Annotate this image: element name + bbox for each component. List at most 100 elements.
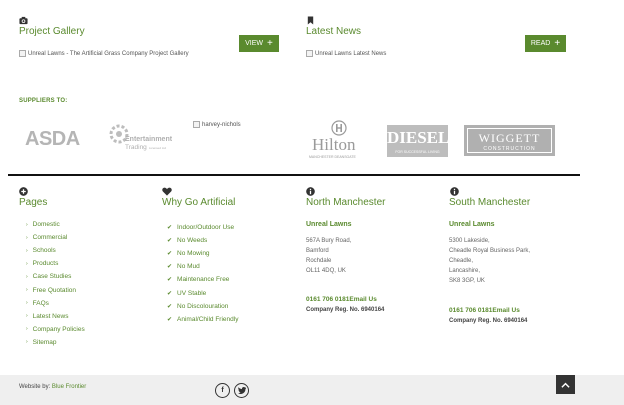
chevron-right-icon: › [26,221,28,228]
address-line: Bamford [306,248,329,254]
pages-link-label: Commercial [32,234,68,242]
diesel-logo-subtext: FOR SUCCESSFUL LIVING [395,150,440,154]
address-line: 5300 Lakeside, [449,238,490,244]
why-item-label: UV Stable [177,289,207,297]
twitter-icon[interactable] [234,383,249,398]
read-button-label: READ [530,40,551,47]
entertainment-line2: Trading [125,144,147,151]
chevron-right-icon: › [26,247,28,254]
check-icon: ✔ [167,290,173,297]
broken-image-icon [306,50,313,57]
chevron-right-icon: › [26,273,28,280]
south-phone[interactable]: 0161 706 0181 [449,307,492,314]
why-item-label: Indoor/Outdoor Use [177,224,235,232]
bottom-bar [0,375,624,405]
gallery-image-alt: Unreal Lawns - The Artificial Grass Comp… [28,50,189,57]
asda-logo-text: ASDA [25,128,80,150]
plus-icon: + [267,37,273,49]
pages-link-label: Products [32,260,59,268]
news-title: Latest News [306,26,362,37]
pages-link[interactable]: › Schools [26,244,85,257]
view-button-label: VIEW [245,40,264,47]
read-news-button[interactable]: READ + [525,35,566,52]
south-reg: Company Reg. No. 6940164 [449,318,528,324]
check-icon: ✔ [167,316,173,323]
chevron-up-icon [561,382,570,388]
address-line: SK8 3GP, UK [449,278,485,284]
north-contact: 0161 706 0181Email Us [306,296,377,307]
entertainment-line1: Entertainment [125,136,173,143]
asda-logo: ASDA [25,128,80,151]
check-icon: ✔ [167,225,173,232]
check-icon: ✔ [167,277,173,284]
pages-link[interactable]: › Products [26,257,85,270]
facebook-icon[interactable]: f [215,383,230,398]
pages-list: › Domestic › Commercial › Schools › Products › Ca… [26,218,85,349]
view-gallery-button[interactable]: VIEW + [239,35,279,52]
why-item-label: No Mud [177,263,200,271]
north-address: 567A Bury Road, Bamford Rochdale OL11 4DQ, … [306,238,351,278]
chevron-right-icon: › [26,234,28,241]
news-image[interactable]: Unreal Lawns Latest News [306,50,386,57]
check-icon: ✔ [167,264,173,271]
check-icon: ✔ [167,303,173,310]
pages-link[interactable]: › Case Studies [26,270,85,283]
chevron-right-icon: › [26,339,28,346]
south-address: 5300 Lakeside, Cheadle Royal Business Par… [449,238,530,288]
south-company-name: Unreal Lawns [449,221,495,228]
news-image-alt: Unreal Lawns Latest News [315,50,387,57]
north-title: North Manchester [306,197,386,208]
gallery-image[interactable]: Unreal Lawns - The Artificial Grass Comp… [19,50,189,57]
back-to-top-button[interactable] [556,375,575,394]
pages-link[interactable]: › Free Quotation [26,283,85,296]
address-line: OL11 4DQ, UK [306,268,346,274]
entertainment-trading-logo: Entertainment Trading Licensed Ltd [107,122,177,156]
broken-image-icon [19,50,26,57]
north-email-link[interactable]: Email Us [349,296,376,303]
address-line: Lancashire, [449,268,481,274]
pages-link-label: Company Policies [32,325,85,333]
address-line: 567A Bury Road, [306,238,352,244]
south-email-link[interactable]: Email Us [492,307,519,314]
diesel-logo: DIESEL FOR SUCCESSFUL LIVING [387,125,449,157]
south-contact: 0161 706 0181Email Us [449,307,520,318]
wiggett-logo-text: WIGGETT [478,131,541,145]
why-item-label: No Discolouration [177,302,229,310]
north-reg: Company Reg. No. 6940164 [306,307,385,313]
broken-image-icon [193,121,200,128]
pages-link[interactable]: › Commercial [26,231,85,244]
pages-title: Pages [19,197,48,208]
chevron-right-icon: › [26,287,28,294]
pages-link[interactable]: › Company Policies [26,323,85,336]
why-item: ✔ No Weeds [167,234,238,247]
footer-divider [8,174,580,176]
pages-link[interactable]: › Latest News [26,310,85,323]
why-list: ✔ Indoor/Outdoor Use ✔ No Weeds ✔ No Mowing ✔ N… [167,221,238,326]
hilton-emblem-icon [331,120,347,136]
chevron-right-icon: › [26,260,28,267]
why-item: ✔ UV Stable [167,286,238,299]
pages-link[interactable]: › FAQs [26,297,85,310]
pages-link-label: Schools [32,247,56,255]
why-item-label: Animal/Child Friendly [177,315,239,323]
blue-frontier-link[interactable]: Blue Frontier [52,384,86,390]
why-item-label: No Mowing [177,250,210,258]
address-line: Cheadle Royal Business Park, [449,248,531,254]
pages-link[interactable]: › Domestic [26,218,85,231]
north-phone[interactable]: 0161 706 0181 [306,296,349,303]
wiggett-construction-logo: WIGGETT CONSTRUCTION [464,125,555,156]
harvey-nichols-alt: harvey-nichols [202,121,241,128]
address-line: Cheadle, [449,258,474,264]
harvey-nichols-logo: harvey-nichols [193,121,241,128]
gallery-title: Project Gallery [19,26,85,37]
why-item: ✔ No Mowing [167,247,238,260]
hilton-logo: Hilton MANCHESTER DEANSGATE [306,120,372,162]
chevron-right-icon: › [26,326,28,333]
why-item: ✔ Maintenance Free [167,273,238,286]
chevron-right-icon: › [26,313,28,320]
why-item: ✔ No Mud [167,260,238,273]
pages-link-label: Latest News [32,312,69,320]
check-icon: ✔ [167,238,173,245]
pages-link[interactable]: › Sitemap [26,336,85,349]
pages-link-label: Case Studies [32,273,72,281]
